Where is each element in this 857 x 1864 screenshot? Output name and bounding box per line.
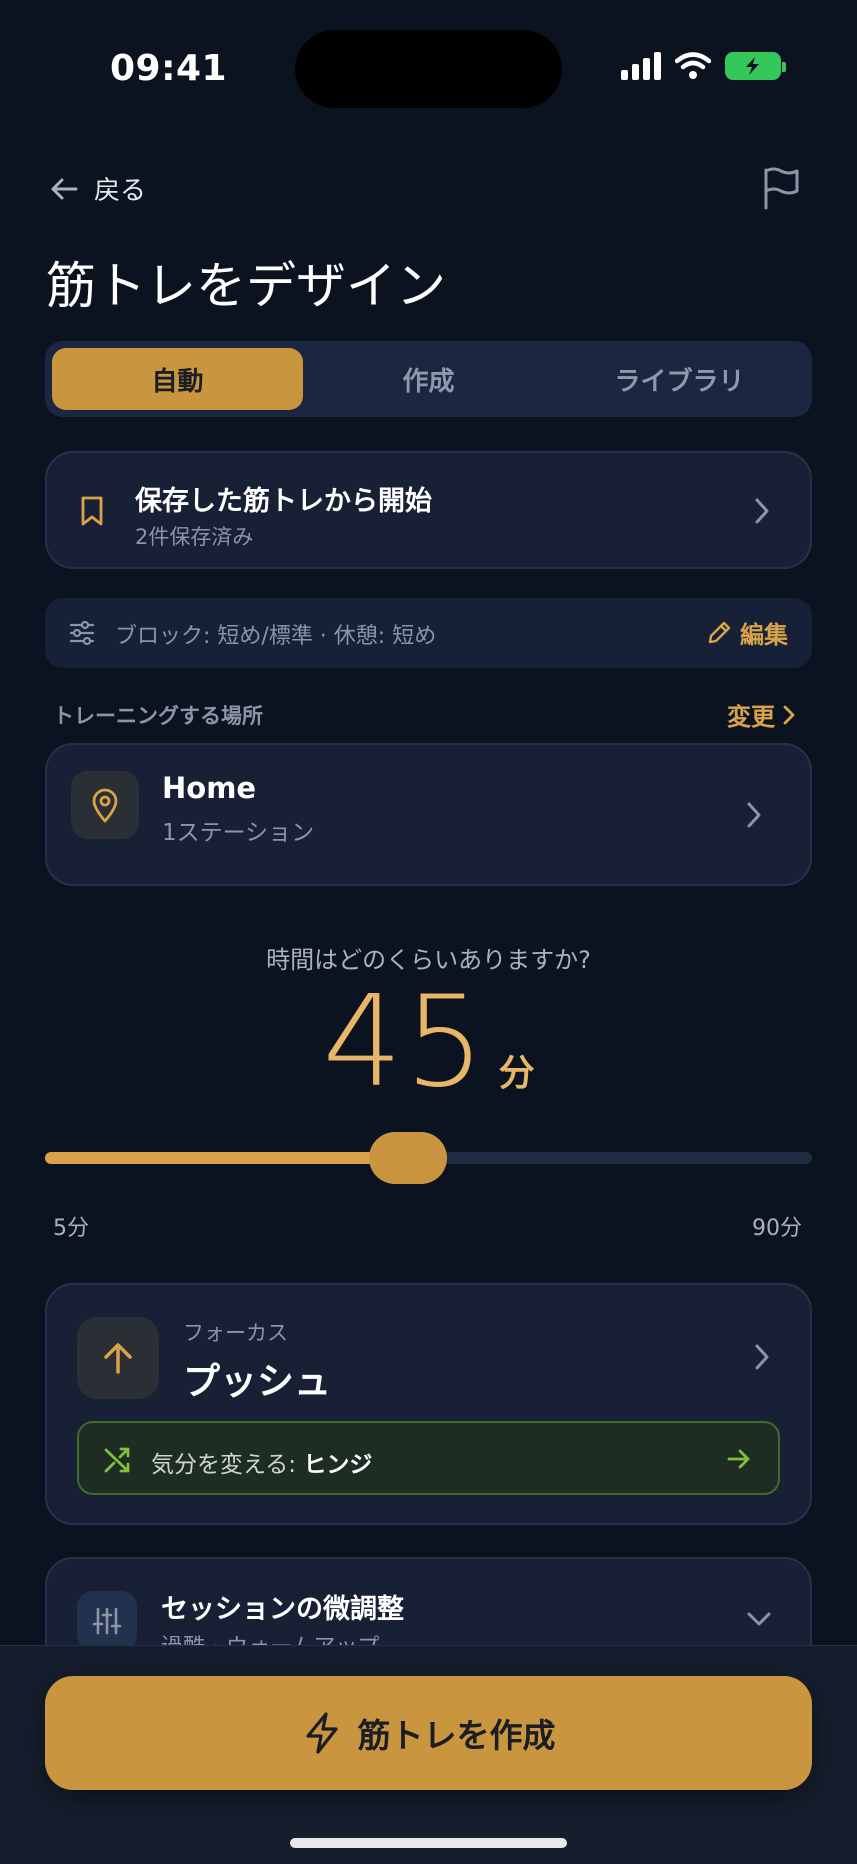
back-label: 戻る (94, 176, 147, 206)
shuffle-icon (104, 1447, 130, 1473)
block-settings-text: ブロック: 短め/標準 · 休憩: 短め (115, 624, 437, 649)
block-settings-bar: ブロック: 短め/標準 · 休憩: 短め 編集 (45, 598, 812, 668)
duration-slider-fill (45, 1152, 408, 1164)
lightning-icon (305, 1712, 338, 1754)
sliders-icon (92, 1607, 122, 1635)
duration-value: 45 (322, 968, 487, 1115)
slider-max-label: 90分 (752, 1216, 802, 1241)
flag-icon (764, 167, 799, 210)
chevron-right-icon (755, 498, 769, 524)
change-location-button[interactable]: 変更 (727, 697, 795, 732)
swap-text: 気分を変える: ヒンジ (151, 1445, 372, 1479)
tab-auto[interactable]: 自動 (52, 348, 303, 410)
chevron-right-icon (783, 705, 795, 724)
slider-min-label: 5分 (53, 1216, 89, 1241)
chevron-right-icon (747, 802, 761, 828)
swap-focus-button[interactable]: 気分を変える: ヒンジ (77, 1421, 780, 1495)
location-stations: 1ステーション (162, 820, 315, 846)
swap-prefix: 気分を変える: (151, 1452, 304, 1478)
tab-library[interactable]: ライブラリ (554, 348, 805, 410)
change-label: 変更 (727, 703, 775, 731)
battery-icon (725, 52, 786, 80)
create-workout-button[interactable]: 筋トレを作成 (45, 1676, 812, 1790)
focus-label: フォーカス (183, 1321, 288, 1345)
home-indicator (290, 1838, 567, 1848)
create-workout-label: 筋トレを作成 (357, 1716, 556, 1755)
edit-button[interactable]: 編集 (706, 615, 788, 650)
location-icon-box (71, 771, 139, 839)
saved-workouts-card[interactable]: 保存した筋トレから開始 2件保存済み (45, 451, 812, 569)
saved-title: 保存した筋トレから開始 (135, 486, 432, 517)
location-name: Home (162, 771, 257, 805)
focus-value: プッシュ (183, 1360, 331, 1403)
duration-slider-thumb[interactable] (369, 1132, 447, 1184)
chevron-down-icon (747, 1612, 771, 1626)
arrow-right-icon (727, 1449, 750, 1469)
swap-target: ヒンジ (303, 1452, 373, 1478)
pencil-icon (708, 621, 731, 643)
location-section-label: トレーニングする場所 (53, 704, 263, 728)
dynamic-island (295, 30, 562, 108)
wifi-icon (675, 52, 711, 79)
edit-label: 編集 (740, 621, 788, 649)
flag-button[interactable] (761, 166, 801, 214)
signal-icon (621, 52, 661, 80)
arrow-up-icon (104, 1343, 132, 1374)
location-card[interactable]: Home 1ステーション (45, 743, 812, 886)
page-title: 筋トレをデザイン (46, 257, 446, 315)
mode-tabs: 自動 作成 ライブラリ (45, 341, 812, 417)
chevron-right-icon (755, 1344, 769, 1370)
tune-title: セッションの微調整 (161, 1594, 404, 1625)
sliders-icon (69, 620, 95, 646)
status-time: 09:41 (110, 48, 228, 89)
bookmark-icon (81, 496, 103, 526)
tune-icon-box (77, 1591, 137, 1651)
duration-display: 45 分 (0, 968, 857, 1115)
duration-unit: 分 (498, 1053, 535, 1094)
back-arrow-icon (51, 178, 78, 199)
tab-create[interactable]: 作成 (303, 348, 554, 410)
saved-count: 2件保存済み (135, 525, 254, 549)
status-icons (621, 52, 786, 80)
back-button[interactable]: 戻る (48, 170, 146, 207)
focus-icon-box (77, 1317, 159, 1399)
location-pin-icon (92, 788, 118, 823)
focus-card[interactable]: フォーカス プッシュ 気分を変える: ヒンジ (45, 1283, 812, 1525)
